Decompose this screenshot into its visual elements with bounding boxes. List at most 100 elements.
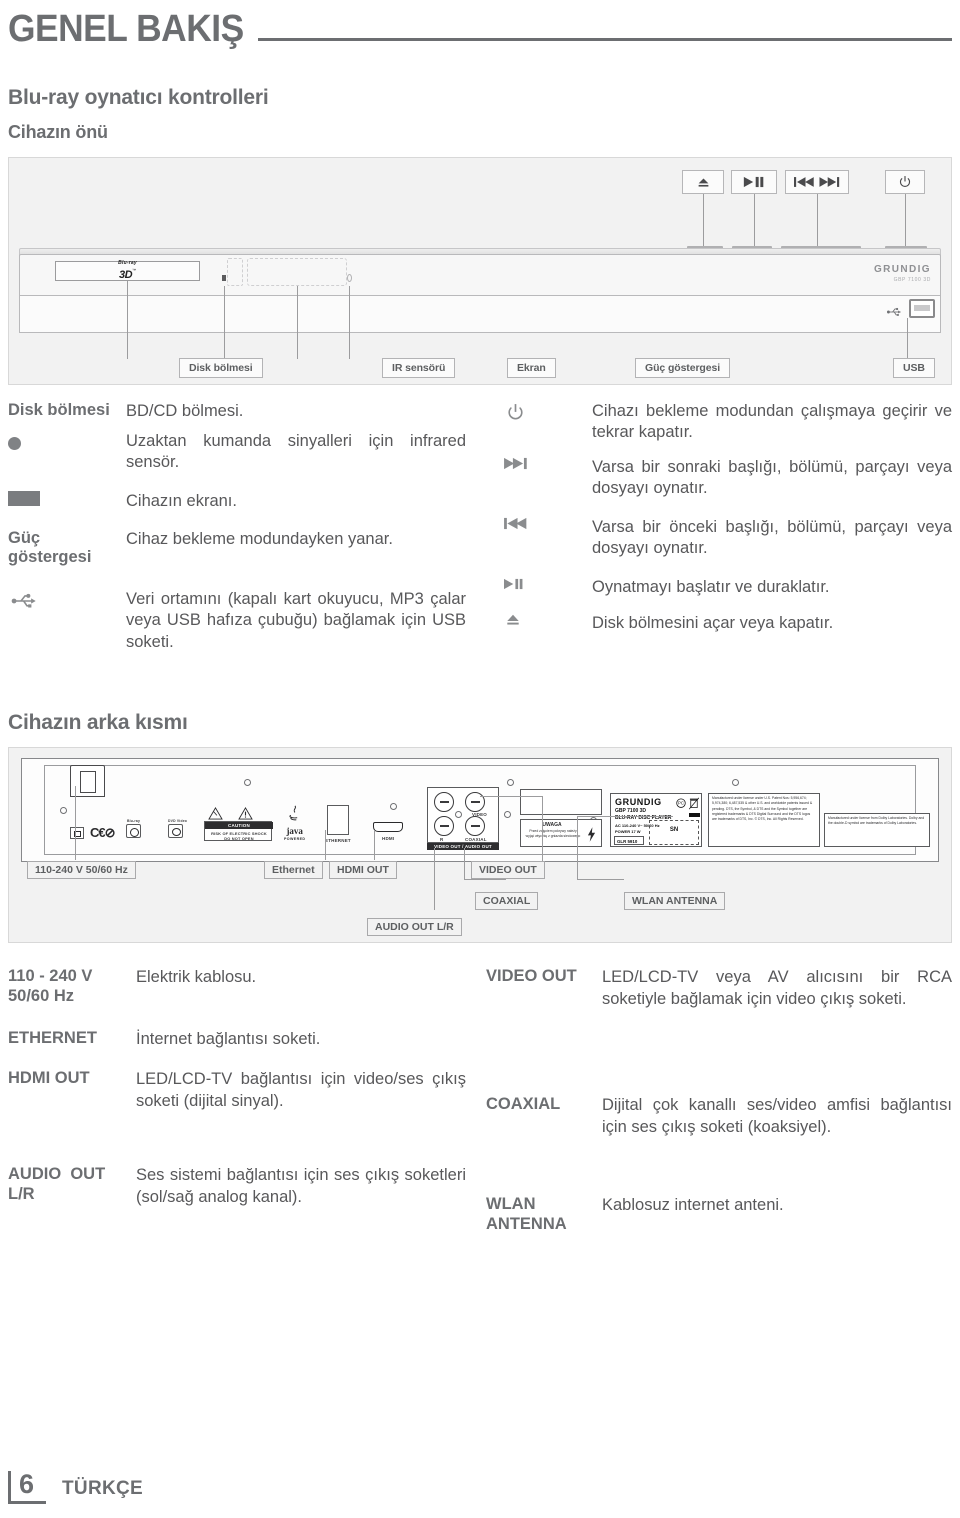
rear-desc-right: VIDEO OUT COAXIAL WLAN ANTENNA LED/LCD-TV… bbox=[480, 967, 952, 1234]
value-play-pause: Oynatmayı başlatır ve duraklatır. bbox=[592, 578, 830, 596]
section-heading: Blu-ray oynatıcı kontrolleri bbox=[8, 86, 269, 109]
leader-line bbox=[224, 286, 225, 359]
play-pause-icon bbox=[743, 176, 764, 188]
rating-label: GRUNDIG GBP 7100 3D BLU-RAY DISC PLAYER … bbox=[610, 793, 702, 848]
leader-line bbox=[754, 194, 755, 250]
front-panel-figure: Blu-ray 3D™ GRUNDIG GBP 7100 3D Disk böl… bbox=[8, 157, 952, 385]
uwaga-warning-label: UWAGA Przed zdjęciem pokrywy należy wyją… bbox=[520, 819, 602, 848]
leader-line bbox=[577, 816, 578, 880]
key-coaxial: COAXIAL bbox=[486, 1095, 561, 1114]
key-audio-out-lr: AUDIO OUT L/R bbox=[8, 1165, 106, 1203]
leader-line bbox=[464, 848, 465, 880]
leader-line bbox=[464, 879, 506, 881]
eject-icon bbox=[698, 177, 708, 187]
callout-audio-out-lr: AUDIO OUT L/R bbox=[367, 918, 462, 937]
callout-ethernet: Ethernet bbox=[264, 861, 323, 880]
front-desc-right: Cihazı bekleme modundan çalışmaya geçiri… bbox=[480, 401, 952, 653]
front-desc-left: Disk bölmesi Güç göstergesi BD/CD bölmes… bbox=[8, 401, 480, 653]
front-key-column: Disk bölmesi Güç göstergesi bbox=[8, 401, 126, 653]
display-window bbox=[247, 258, 347, 286]
caution-label: CAUTION RISK OF ELECTRIC SHOCK DO NOT OP… bbox=[204, 821, 273, 842]
key-power-indicator: Güç göstergesi bbox=[8, 529, 92, 567]
key-ir-sensor bbox=[8, 431, 126, 491]
callout-ir-sensor: IR sensörü bbox=[382, 358, 456, 378]
value-usb: Veri ortamını (kapalı kart okuyucu, MP3 … bbox=[126, 590, 466, 651]
page-footer: 6 TÜRKÇE bbox=[8, 1471, 143, 1504]
callout-hdmi-out: HDMI OUT bbox=[329, 861, 397, 880]
key-prev bbox=[486, 517, 592, 577]
play-pause-icon bbox=[504, 578, 523, 590]
leader-line bbox=[297, 286, 298, 359]
dolby-license-notice: Manufactured under license from Dolby La… bbox=[824, 813, 930, 848]
power-inlet-pins bbox=[80, 771, 96, 794]
value-power-indicator: Cihaz bekleme modundayken yanar. bbox=[126, 530, 393, 548]
subsection-heading: Cihazın önü bbox=[8, 122, 108, 142]
key-display bbox=[8, 491, 126, 529]
usb-icon bbox=[11, 593, 36, 608]
chapter-header: GENEL BAKIŞ bbox=[8, 10, 952, 48]
usb-icon bbox=[887, 304, 903, 322]
pc-recycle-icon: PC bbox=[676, 798, 686, 809]
value-eject: Disk bölmesini açar veya kapatır. bbox=[592, 614, 834, 632]
page-number: 6 bbox=[8, 1471, 47, 1504]
page-title: GENEL BAKIŞ bbox=[8, 8, 244, 50]
disc-tray: Blu-ray 3D™ bbox=[55, 261, 200, 281]
java-powered-mark: java POWERED bbox=[284, 805, 305, 841]
leader-line bbox=[325, 830, 326, 861]
key-usb bbox=[8, 589, 126, 629]
manual-page: GENEL BAKIŞ Blu-ray oynatıcı kontrolleri… bbox=[0, 10, 960, 1518]
value-wlan-antenna: Kablosuz internet anteni. bbox=[602, 1196, 784, 1215]
ce-mark: C€⊘ bbox=[90, 825, 115, 841]
svg-text:PC: PC bbox=[678, 801, 684, 806]
leader-line bbox=[349, 286, 350, 359]
standby-button[interactable] bbox=[885, 170, 925, 194]
callout-power-indicator: Güç göstergesi bbox=[635, 358, 731, 378]
leader-line bbox=[127, 281, 128, 359]
skip-prev-next-icon bbox=[794, 177, 840, 187]
weee-bin-icon bbox=[689, 797, 699, 810]
rear-value-column: Elektrik kablosu. İnternet bağlantısı so… bbox=[136, 967, 466, 1234]
callout-power-input: 110-240 V 50/60 Hz bbox=[27, 861, 136, 880]
key-wlan-antenna: WLAN ANTENNA bbox=[486, 1195, 567, 1233]
value-coaxial: Dijital çok kanallı ses/video amfisi bağ… bbox=[602, 1096, 952, 1136]
leader-line bbox=[577, 879, 624, 881]
value-next: Varsa bir sonraki başlığı, bölümü, parça… bbox=[592, 458, 952, 498]
power-icon bbox=[508, 404, 523, 420]
power-indicator-led bbox=[347, 274, 352, 282]
skip-prev-next-button[interactable] bbox=[785, 170, 849, 194]
key-eject bbox=[486, 613, 592, 643]
rear-desc-left: 110 - 240 V 50/60 Hz ETHERNET HDMI OUT AU… bbox=[8, 967, 480, 1234]
dot-icon bbox=[8, 437, 21, 450]
rear-section-heading: Cihazın arka kısmı bbox=[8, 711, 188, 735]
leader-line bbox=[374, 830, 375, 861]
front-value-column: BD/CD bölmesi. Uzaktan kumanda sinyaller… bbox=[126, 401, 466, 653]
key-disc-tray: Disk bölmesi bbox=[8, 401, 110, 419]
key-standby bbox=[486, 401, 592, 457]
leader-line bbox=[480, 796, 542, 798]
rear-panel-figure: C€⊘ Blu-ray DVD Video CAUTION RISK OF EL… bbox=[8, 747, 952, 944]
play-pause-button[interactable] bbox=[731, 170, 777, 194]
key-hdmi-out: HDMI OUT bbox=[8, 1069, 90, 1088]
eject-button[interactable] bbox=[682, 170, 724, 194]
callout-wlan-antenna: WLAN ANTENNA bbox=[624, 892, 726, 911]
front-value-column-right: Cihazı bekleme modundan çalışmaya geçiri… bbox=[592, 401, 952, 653]
value-disc-tray: BD/CD bölmesi. bbox=[126, 402, 244, 420]
bluray-mark: Blu-ray bbox=[126, 819, 141, 839]
callout-coaxial: COAXIAL bbox=[475, 892, 539, 911]
hdmi-port bbox=[373, 822, 403, 833]
leader-line bbox=[434, 848, 435, 911]
ir-sensor bbox=[222, 275, 226, 281]
front-key-column-right bbox=[486, 401, 592, 653]
leader-line bbox=[542, 796, 543, 862]
leader-line bbox=[905, 194, 906, 252]
key-video-out: VIDEO OUT bbox=[486, 967, 577, 986]
callout-display: Ekran bbox=[507, 358, 556, 378]
grundig-brand-mark: GRUNDIG GBP 7100 3D bbox=[873, 264, 931, 283]
display-rect-icon bbox=[8, 491, 40, 506]
high-voltage-icon bbox=[587, 827, 596, 843]
value-standby: Cihazı bekleme modundan çalışmaya geçiri… bbox=[592, 402, 952, 442]
front-description-table: Disk bölmesi Güç göstergesi BD/CD bölmes… bbox=[8, 401, 952, 653]
value-ethernet: İnternet bağlantısı soketi. bbox=[136, 1030, 321, 1049]
page-language: TÜRKÇE bbox=[62, 1478, 143, 1499]
callout-disc-tray: Disk bölmesi bbox=[179, 358, 263, 378]
